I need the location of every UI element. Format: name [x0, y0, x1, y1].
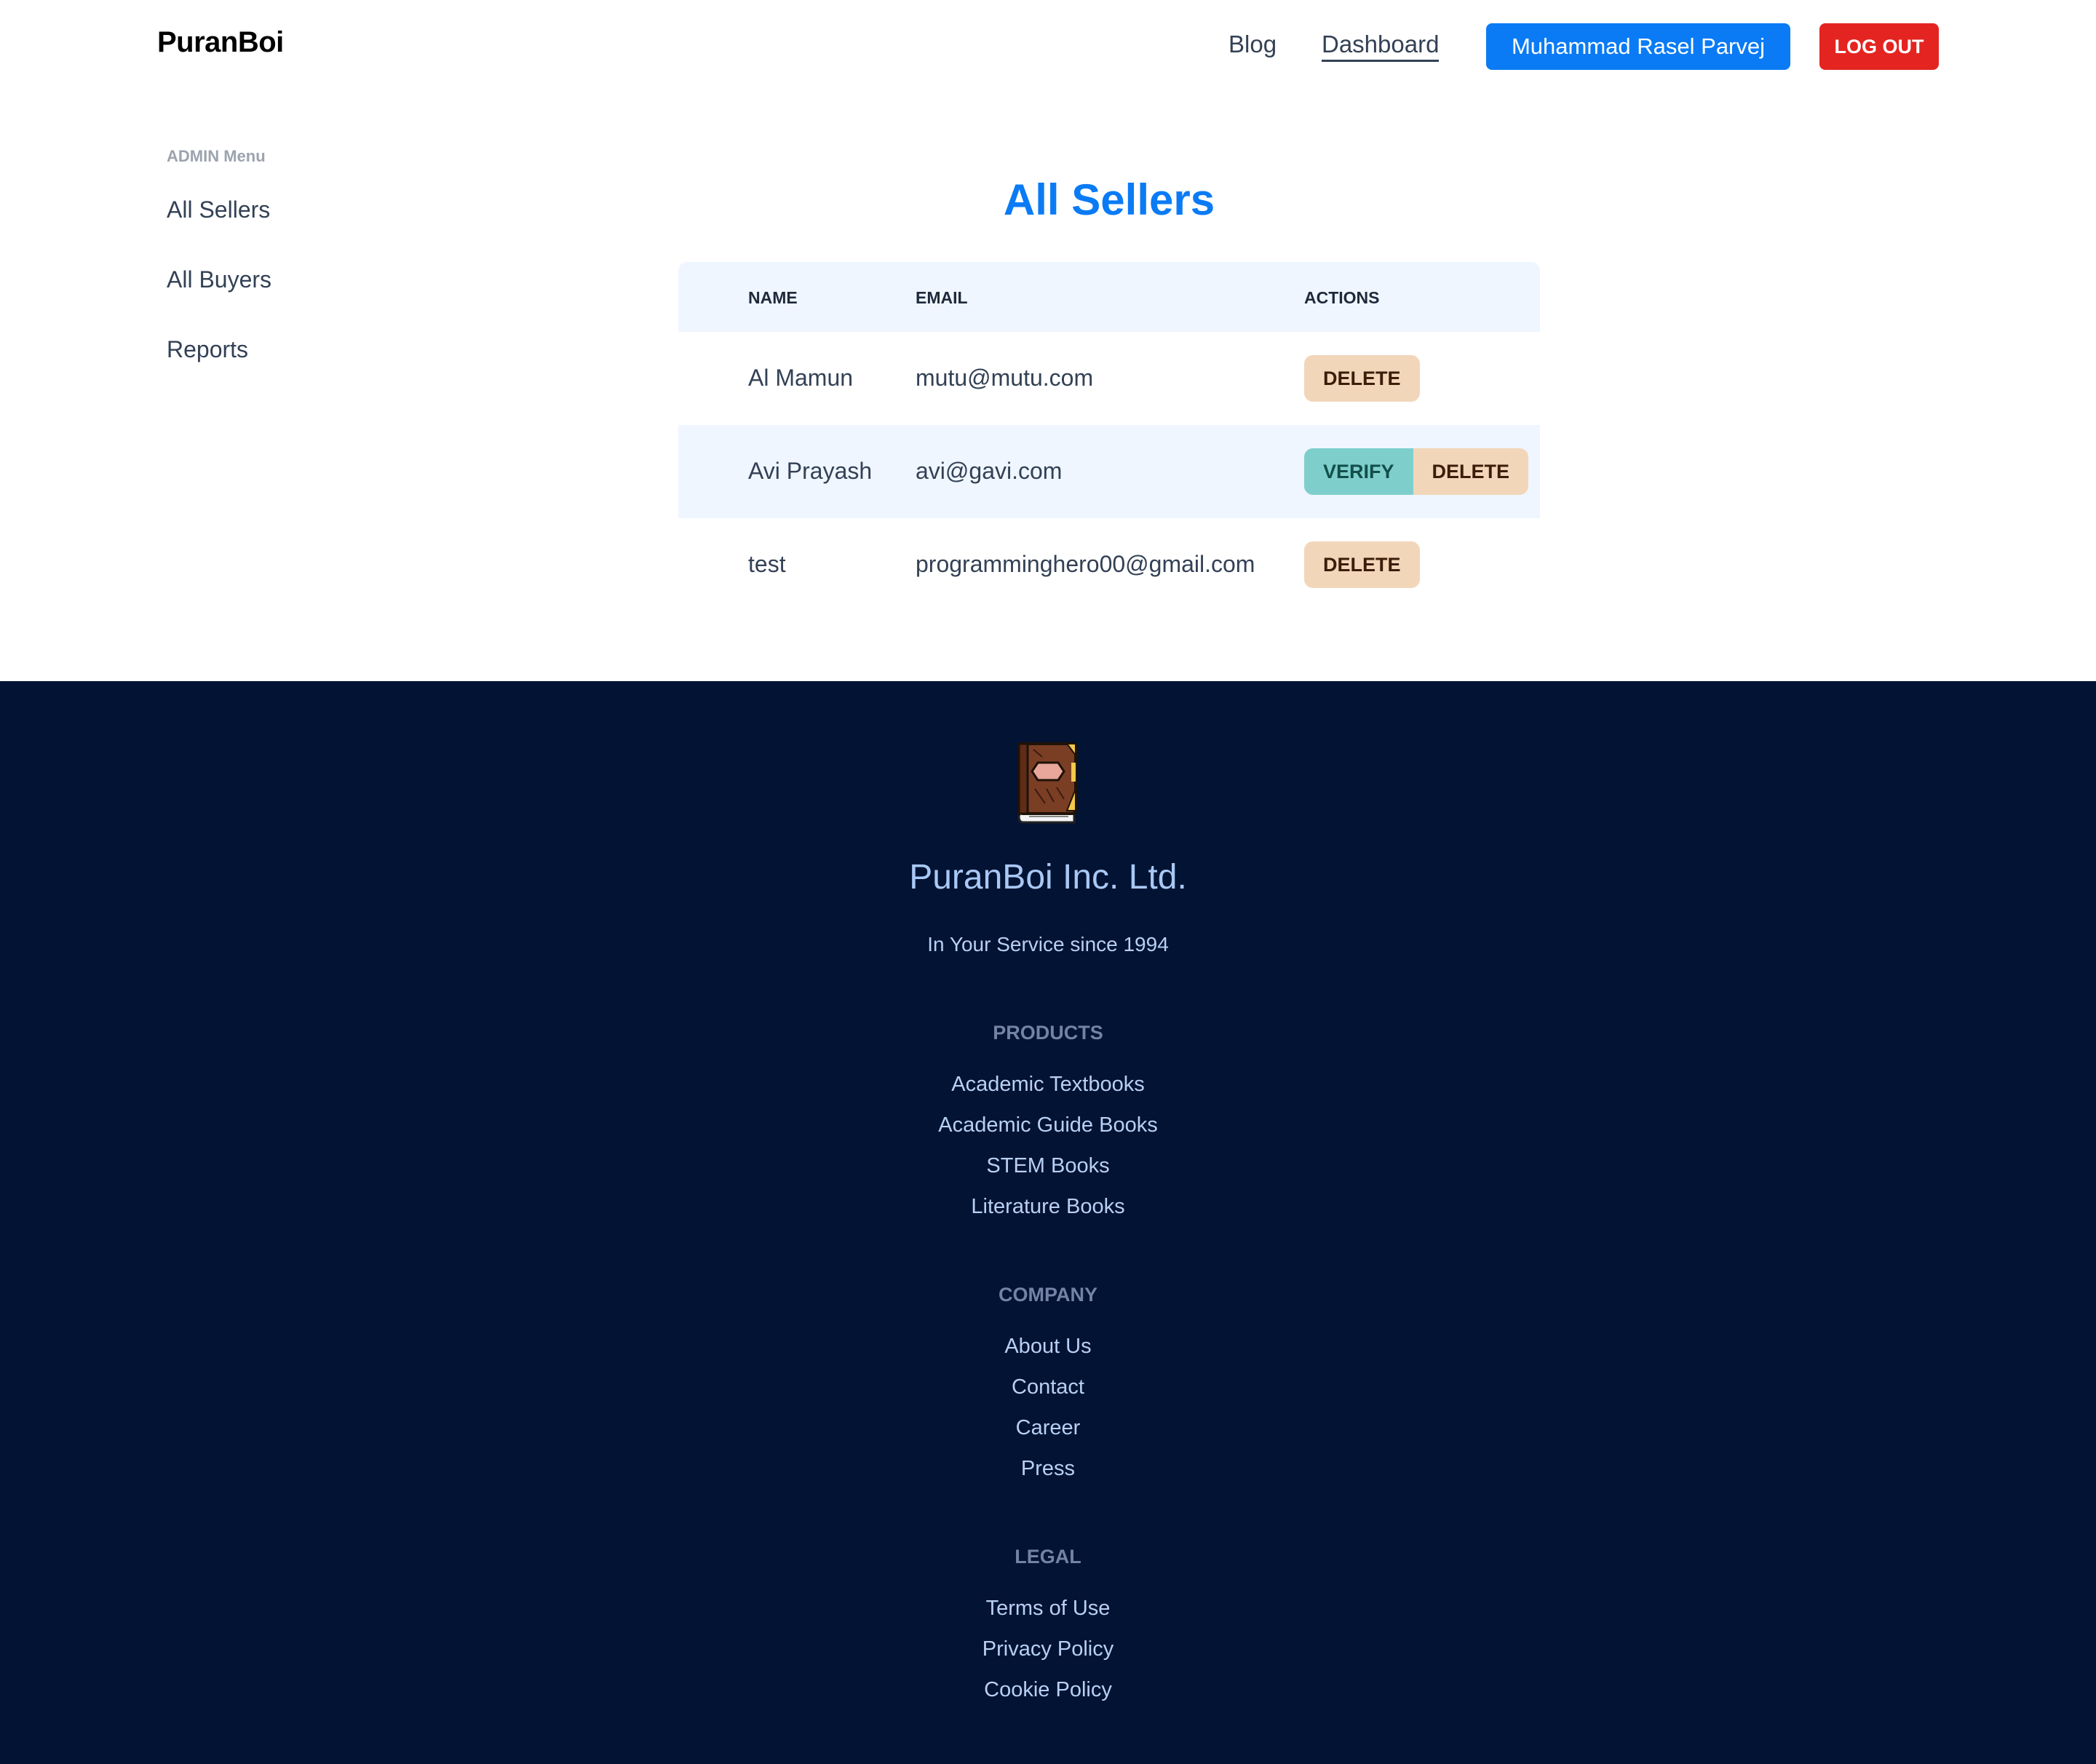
delete-button[interactable]: DELETE [1304, 541, 1420, 588]
user-name-button[interactable]: Muhammad Rasel Parvej [1486, 23, 1790, 70]
book-icon [1013, 741, 1083, 825]
seller-email: avi@gavi.com [916, 458, 1063, 484]
row-actions: DELETE [1304, 541, 1420, 588]
sidebar-item-all-sellers[interactable]: All Sellers [167, 196, 270, 223]
footer-link[interactable]: Privacy Policy [0, 1637, 2096, 1661]
logout-button[interactable]: LOG OUT [1819, 23, 1939, 70]
footer-heading-company: COMPANY [998, 1284, 1097, 1306]
seller-email: mutu@mutu.com [916, 365, 1094, 391]
sidebar-item-all-buyers[interactable]: All Buyers [167, 266, 271, 293]
page-title: All Sellers [1003, 175, 1215, 224]
footer-link[interactable]: Literature Books [0, 1195, 2096, 1219]
verify-button[interactable]: VERIFY [1304, 448, 1413, 495]
sellers-table: NAME EMAIL ACTIONS Al Mamun mutu@mutu.co… [678, 262, 1540, 611]
footer-heading-legal: LEGAL [1015, 1546, 1081, 1568]
footer: PuranBoi Inc. Ltd. In Your Service since… [0, 681, 2096, 1764]
footer-link[interactable]: Press [0, 1457, 2096, 1481]
footer-tagline: In Your Service since 1994 [927, 933, 1169, 956]
sidebar-item-reports[interactable]: Reports [167, 336, 248, 363]
footer-link[interactable]: Academic Guide Books [0, 1113, 2096, 1137]
table-row: Avi Prayash avi@gavi.com VERIFY DELETE [678, 425, 1540, 518]
navbar: PuranBoi Blog Dashboard Muhammad Rasel P… [0, 0, 2096, 93]
sidebar-heading: ADMIN Menu [167, 147, 266, 165]
footer-link[interactable]: Contact [0, 1375, 2096, 1399]
nav-link-blog[interactable]: Blog [1228, 31, 1277, 58]
footer-link[interactable]: Academic Textbooks [0, 1073, 2096, 1097]
footer-link[interactable]: Terms of Use [0, 1597, 2096, 1621]
row-actions: DELETE [1304, 355, 1420, 402]
row-actions: VERIFY DELETE [1304, 448, 1529, 495]
brand-logo-text[interactable]: PuranBoi [157, 26, 284, 59]
seller-name: Avi Prayash [748, 458, 873, 484]
table-row: Al Mamun mutu@mutu.com DELETE [678, 332, 1540, 425]
seller-name: test [748, 551, 786, 577]
footer-link[interactable]: Cookie Policy [0, 1678, 2096, 1702]
delete-button[interactable]: DELETE [1304, 355, 1420, 402]
nav-link-dashboard[interactable]: Dashboard [1322, 31, 1440, 62]
seller-email: programminghero00@gmail.com [916, 551, 1255, 577]
footer-link[interactable]: Career [0, 1416, 2096, 1440]
footer-link[interactable]: About Us [0, 1335, 2096, 1359]
footer-company-name: PuranBoi Inc. Ltd. [909, 858, 1187, 897]
footer-heading-products: PRODUCTS [993, 1022, 1103, 1044]
column-header-email: EMAIL [916, 288, 968, 307]
delete-button[interactable]: DELETE [1413, 448, 1529, 495]
column-header-actions: ACTIONS [1304, 288, 1380, 307]
table-header: NAME EMAIL ACTIONS [678, 262, 1540, 332]
seller-name: Al Mamun [748, 365, 854, 391]
table-row: test programminghero00@gmail.com DELETE [678, 518, 1540, 611]
column-header-name: NAME [748, 288, 798, 307]
footer-link[interactable]: STEM Books [0, 1154, 2096, 1178]
